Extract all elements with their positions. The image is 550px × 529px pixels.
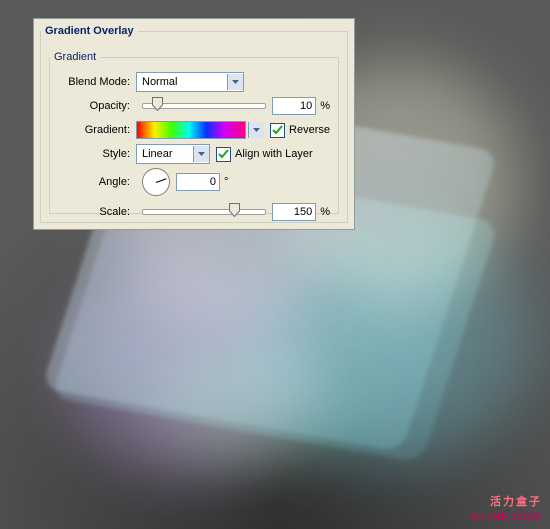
row-angle: Angle: 0 ° [58,167,330,197]
checkbox-reverse[interactable] [270,123,285,138]
label-opacity: Opacity: [58,100,136,112]
label-scale: Scale: [58,206,136,218]
gradient-overlay-panel: Gradient Overlay Gradient Blend Mode: No… [33,18,355,230]
input-scale[interactable]: 150 [272,203,316,221]
unit-opacity: % [320,100,330,112]
screenshot-root: Gradient Overlay Gradient Blend Mode: No… [0,0,550,529]
row-scale: Scale: 150 % [58,201,330,223]
label-align: Align with Layer [235,148,313,160]
check-icon [272,125,283,136]
slider-opacity-thumb[interactable] [152,97,163,111]
label-angle: Angle: [58,176,136,188]
unit-angle: ° [224,176,228,188]
label-reverse: Reverse [289,124,330,136]
gradient-group-title: Gradient [50,51,100,63]
slider-scale[interactable] [142,209,266,215]
combo-blend-mode[interactable]: Normal [136,72,244,92]
input-opacity[interactable]: 10 [272,97,316,115]
watermark-text-2: OLIHE.COM [471,511,542,523]
chevron-down-icon[interactable] [248,122,264,138]
watermark-text-1: 活力盒子 [490,493,542,509]
check-icon [218,149,229,160]
row-style: Style: Linear Align with Layer [58,143,330,165]
label-blend-mode: Blend Mode: [58,76,136,88]
dial-angle[interactable] [142,168,170,196]
section-title: Gradient Overlay [41,25,138,37]
gradient-overlay-fieldset: Gradient Overlay Gradient Blend Mode: No… [40,25,348,223]
chevron-down-icon[interactable] [227,74,243,90]
slider-scale-thumb[interactable] [229,203,240,217]
swatch-gradient[interactable] [136,121,246,139]
unit-scale: % [320,206,330,218]
input-angle[interactable]: 0 [176,173,220,191]
combo-style[interactable]: Linear [136,144,210,164]
row-blend-mode: Blend Mode: Normal [58,71,330,93]
label-gradient: Gradient: [58,124,136,136]
combo-blend-mode-value: Normal [137,74,227,91]
gradient-fieldset: Gradient Blend Mode: Normal Opacity: [49,51,339,214]
checkbox-align[interactable] [216,147,231,162]
combo-style-value: Linear [137,146,193,163]
row-opacity: Opacity: 10 % [58,95,330,117]
slider-opacity[interactable] [142,103,266,109]
row-gradient: Gradient: Reverse [58,119,330,141]
label-style: Style: [58,148,136,160]
chevron-down-icon[interactable] [193,146,209,162]
